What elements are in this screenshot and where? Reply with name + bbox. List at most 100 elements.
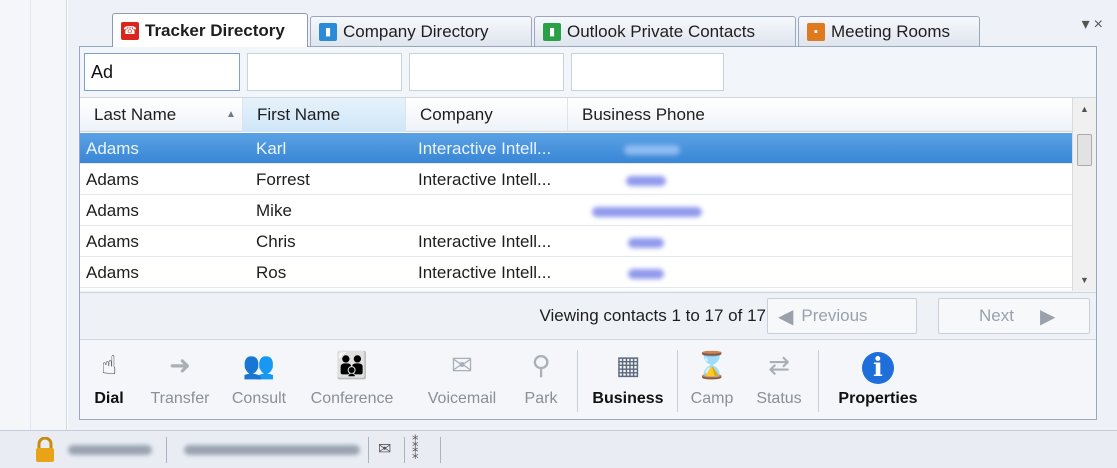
viewing-contacts-text: Viewing contacts 1 to 17 of 17: [539, 306, 766, 325]
column-header-label: First Name: [257, 105, 341, 124]
voicemail-status-icon[interactable]: ✉: [378, 439, 391, 459]
scroll-thumb[interactable]: [1077, 134, 1092, 166]
park-person-icon: ⚲: [531, 350, 551, 380]
cell-business-phone: [578, 195, 728, 226]
consult-people-icon: 👥: [242, 350, 276, 380]
status-button[interactable]: ⇄ Status: [748, 344, 810, 416]
arrow-right-icon: ▶: [1039, 305, 1056, 328]
cell-first-name: Karl: [256, 139, 287, 158]
cell-company: Interactive Intell...: [418, 263, 552, 282]
tab-meeting-rooms[interactable]: ▪ Meeting Rooms: [798, 16, 980, 46]
resize-grip-icon[interactable]: ⁑ ⁑: [412, 436, 419, 461]
directory-tabstrip: ☎ Tracker Directory ▮ Company Directory …: [68, 0, 1117, 47]
scroll-up-icon[interactable]: ▲: [1073, 98, 1096, 120]
column-header-first-name[interactable]: First Name: [243, 98, 406, 132]
paging-bar: Viewing contacts 1 to 17 of 17 ◀ Previou…: [80, 292, 1096, 338]
column-header-business-phone[interactable]: Business Phone: [568, 98, 718, 132]
cell-company: Interactive Intell...: [418, 139, 552, 158]
contacts-grid: Last Name ▲ First Name Company Business …: [80, 97, 1096, 291]
table-row[interactable]: Adams Forrest Interactive Intell...: [80, 164, 1072, 195]
properties-button[interactable]: i Properties: [826, 344, 930, 416]
column-header-company[interactable]: Company: [406, 98, 568, 132]
cell-first-name: Ros: [256, 263, 287, 282]
directory-panel: ☎ Tracker Directory ▮ Company Directory …: [68, 0, 1117, 430]
status-user-blurred: [68, 445, 152, 455]
transfer-arrow-icon: ➜: [169, 350, 191, 380]
cell-last-name: Adams: [86, 232, 139, 251]
voicemail-icon: ✉: [451, 350, 473, 380]
dial-button[interactable]: ☝ Dial: [84, 344, 134, 416]
table-row[interactable]: Adams Mike: [80, 195, 1072, 226]
voicemail-label: Voicemail: [427, 390, 497, 407]
info-icon: i: [862, 352, 894, 384]
column-header-label: Company: [420, 105, 493, 124]
business-card-icon: ▦: [615, 350, 641, 380]
consult-button[interactable]: 👥 Consult: [224, 344, 294, 416]
last-name-filter-input[interactable]: [84, 53, 240, 91]
status-divider: [404, 437, 405, 463]
pin-dropdown-icon[interactable]: ▾: [1082, 16, 1094, 33]
cell-first-name: Mike: [256, 201, 292, 220]
cell-first-name: Chris: [256, 232, 296, 251]
tab-outlook-private-contacts[interactable]: ▮ Outlook Private Contacts: [534, 16, 796, 46]
filter-row: [84, 53, 1094, 93]
status-divider: [166, 437, 167, 463]
cell-first-name: Forrest: [256, 170, 310, 189]
toolbar-divider: [677, 350, 678, 412]
camp-button[interactable]: ⌛ Camp: [684, 344, 740, 416]
status-bar: ✉ ⁑ ⁑: [0, 430, 1117, 468]
tab-label: Company Directory: [343, 21, 489, 41]
tab-tracker-directory[interactable]: ☎ Tracker Directory: [112, 13, 308, 47]
status-divider: [440, 437, 441, 463]
cell-company: Interactive Intell...: [418, 232, 552, 251]
column-header-label: Business Phone: [582, 105, 705, 124]
tab-company-directory[interactable]: ▮ Company Directory: [310, 16, 532, 46]
first-name-filter-input[interactable]: [247, 53, 402, 91]
business-button[interactable]: ▦ Business: [586, 344, 670, 416]
park-label: Park: [524, 390, 558, 407]
voicemail-button[interactable]: ✉ Voicemail: [416, 344, 508, 416]
status-label: Status: [756, 390, 802, 407]
next-label: Next: [979, 306, 1014, 325]
sort-ascending-icon: ▲: [226, 109, 236, 120]
vertical-scrollbar[interactable]: ▲ ▼: [1072, 98, 1096, 291]
transfer-label: Transfer: [150, 390, 210, 407]
consult-label: Consult: [231, 390, 287, 407]
conference-label: Conference: [310, 390, 394, 407]
business-phone-filter-input[interactable]: [571, 53, 724, 91]
scroll-down-icon[interactable]: ▼: [1073, 269, 1096, 291]
cell-company: Interactive Intell...: [418, 170, 552, 189]
status-station-blurred: [184, 445, 360, 455]
company-filter-input[interactable]: [409, 53, 564, 91]
camp-label: Camp: [690, 390, 734, 407]
cell-last-name: Adams: [86, 201, 139, 220]
grid-header: Last Name ▲ First Name Company Business …: [80, 98, 1072, 132]
next-button[interactable]: Next ▶: [938, 298, 1090, 334]
cell-business-phone: [578, 257, 728, 288]
company-directory-icon: ▮: [319, 22, 337, 41]
table-row[interactable]: Adams Ros Interactive Intell...: [80, 257, 1072, 288]
cell-last-name: Adams: [86, 139, 139, 158]
transfer-button[interactable]: ➜ Transfer: [142, 344, 218, 416]
table-row[interactable]: Adams Karl Interactive Intell...: [80, 133, 1072, 164]
close-icon[interactable]: ×: [1094, 16, 1107, 33]
park-button[interactable]: ⚲ Park: [516, 344, 566, 416]
tracker-directory-icon: ☎: [121, 21, 139, 40]
pane-controls: ▾×: [1082, 14, 1107, 34]
cell-last-name: Adams: [86, 263, 139, 282]
conference-button[interactable]: 👪 Conference: [302, 344, 402, 416]
previous-label: Previous: [801, 306, 868, 325]
arrow-left-icon: ◀: [778, 305, 794, 328]
table-row[interactable]: Adams Chris Interactive Intell...: [80, 226, 1072, 257]
previous-button[interactable]: ◀ Previous: [767, 298, 917, 334]
lock-icon[interactable]: [34, 437, 56, 463]
cell-business-phone: [578, 164, 728, 195]
status-divider: [368, 437, 369, 463]
dial-label: Dial: [94, 390, 124, 407]
column-header-last-name[interactable]: Last Name ▲: [80, 98, 243, 132]
cell-company: [412, 195, 568, 226]
cell-business-phone: [578, 133, 728, 164]
toolbar-divider: [577, 350, 578, 412]
left-pane-gutter: [0, 0, 67, 430]
conference-people-icon: 👪: [335, 350, 369, 380]
